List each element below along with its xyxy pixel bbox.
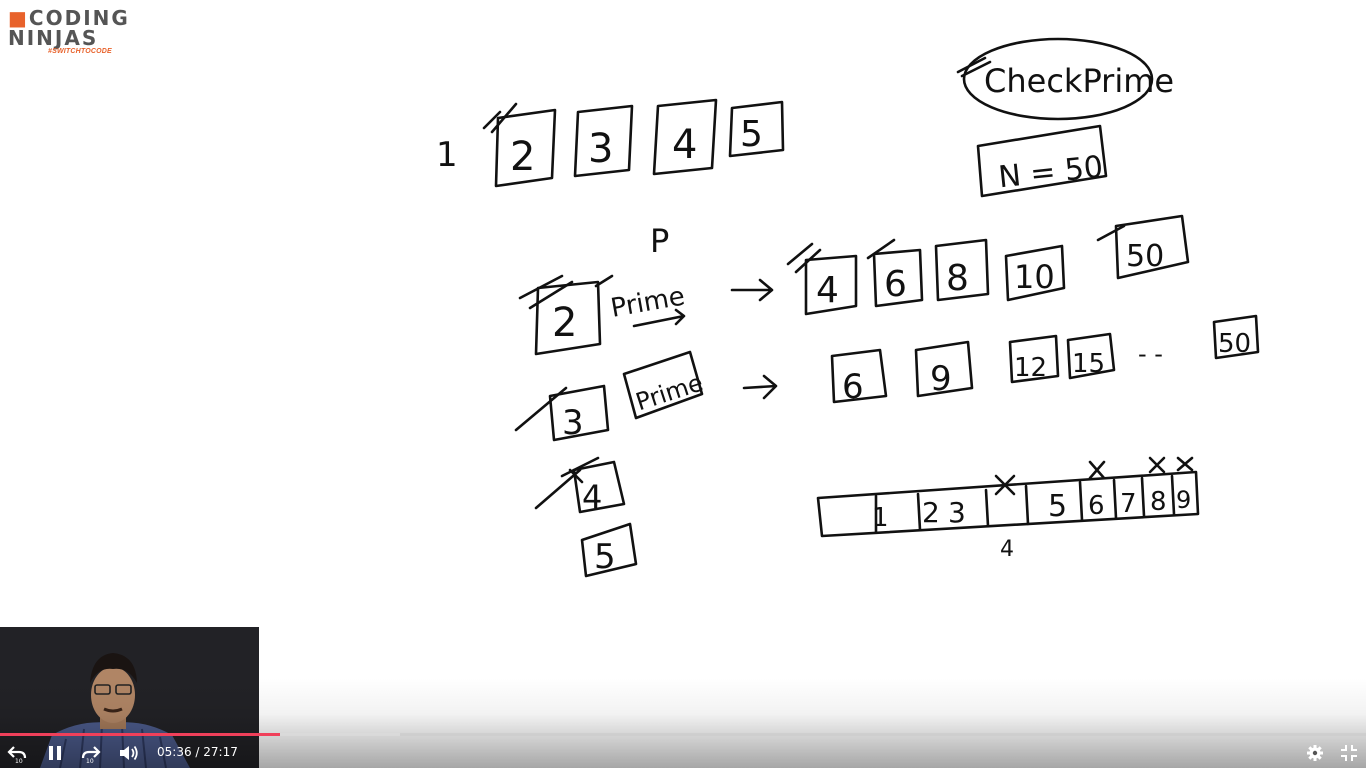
settings-button[interactable]: [1298, 737, 1332, 768]
row3-start: 3: [562, 403, 584, 443]
row2-start: 2: [552, 300, 577, 346]
p-label: P: [650, 222, 669, 260]
array-cell-2: 2: [922, 496, 940, 529]
row2-mult-4: 4: [816, 270, 839, 311]
current-time: 05:36: [157, 745, 192, 759]
row3-mult-15: 15: [1072, 349, 1105, 379]
array-cell-5: 5: [1048, 489, 1067, 524]
array-note-4: 4: [1000, 537, 1014, 562]
array-cell-3: 3: [948, 496, 966, 529]
top-row-3: 3: [588, 126, 613, 172]
row2-mult-8: 8: [946, 258, 969, 299]
volume-button[interactable]: [112, 737, 146, 768]
row3-mult-12: 12: [1014, 353, 1047, 383]
row3-ellipsis: - -: [1138, 340, 1163, 368]
forward-button[interactable]: 10: [74, 737, 108, 768]
row2-mult-6: 6: [884, 264, 907, 305]
pause-button[interactable]: [38, 737, 72, 768]
array-cell-8: 8: [1150, 487, 1167, 517]
pause-icon: [49, 745, 61, 760]
rewind-icon: 10: [7, 745, 27, 764]
array-cross-9: [1176, 456, 1194, 472]
progress-bar[interactable]: [0, 733, 1366, 736]
top-row-2: 2: [510, 134, 535, 180]
row2-box-6-tick: [866, 238, 896, 260]
exit-fullscreen-icon: [1341, 744, 1357, 761]
forward-seconds: 10: [86, 758, 94, 764]
array-cell-9: 9: [1176, 486, 1191, 514]
row3-mult-50: 50: [1218, 329, 1251, 359]
array-cell-7: 7: [1120, 489, 1137, 519]
gear-icon: [1307, 744, 1323, 761]
rewind-seconds: 10: [15, 758, 23, 764]
instructor-face: [91, 667, 135, 723]
row3-mult-6: 6: [842, 367, 864, 407]
array-cross-6: [1088, 460, 1106, 480]
row3-tag: Prime: [632, 369, 706, 417]
row2-mult-50: 50: [1126, 239, 1164, 274]
row3-start-tick: [514, 386, 568, 432]
row2-arrow: [730, 278, 774, 302]
limit-label: N = 50: [997, 150, 1105, 196]
time-separator: /: [191, 745, 204, 759]
volume-icon: [120, 745, 138, 760]
row2-box-50-tick: [1096, 224, 1126, 242]
top-row-4: 4: [672, 122, 697, 168]
duration: 27:17: [203, 745, 238, 759]
row3-mult-9: 9: [930, 359, 952, 399]
row5-start: 5: [594, 537, 616, 577]
array-cell-6: 6: [1088, 491, 1105, 521]
time-display: 05:36 / 27:17: [157, 737, 238, 768]
top-row-1: 1: [436, 135, 458, 175]
checkprime-title: CheckPrime: [984, 62, 1174, 100]
top-row-5: 5: [740, 114, 763, 155]
player-controls: 10 10 05:36 / 27:17: [0, 737, 1366, 768]
played-bar: [0, 733, 281, 736]
row4-start: 4: [582, 478, 602, 516]
row2-mult-10: 10: [1014, 258, 1055, 296]
exit-fullscreen-button[interactable]: [1332, 737, 1366, 768]
array-cell-1: 1: [872, 503, 889, 533]
forward-icon: 10: [81, 745, 101, 764]
rewind-button[interactable]: 10: [0, 737, 34, 768]
row3-arrow: [742, 374, 778, 400]
array-cross-8: [1148, 456, 1166, 474]
